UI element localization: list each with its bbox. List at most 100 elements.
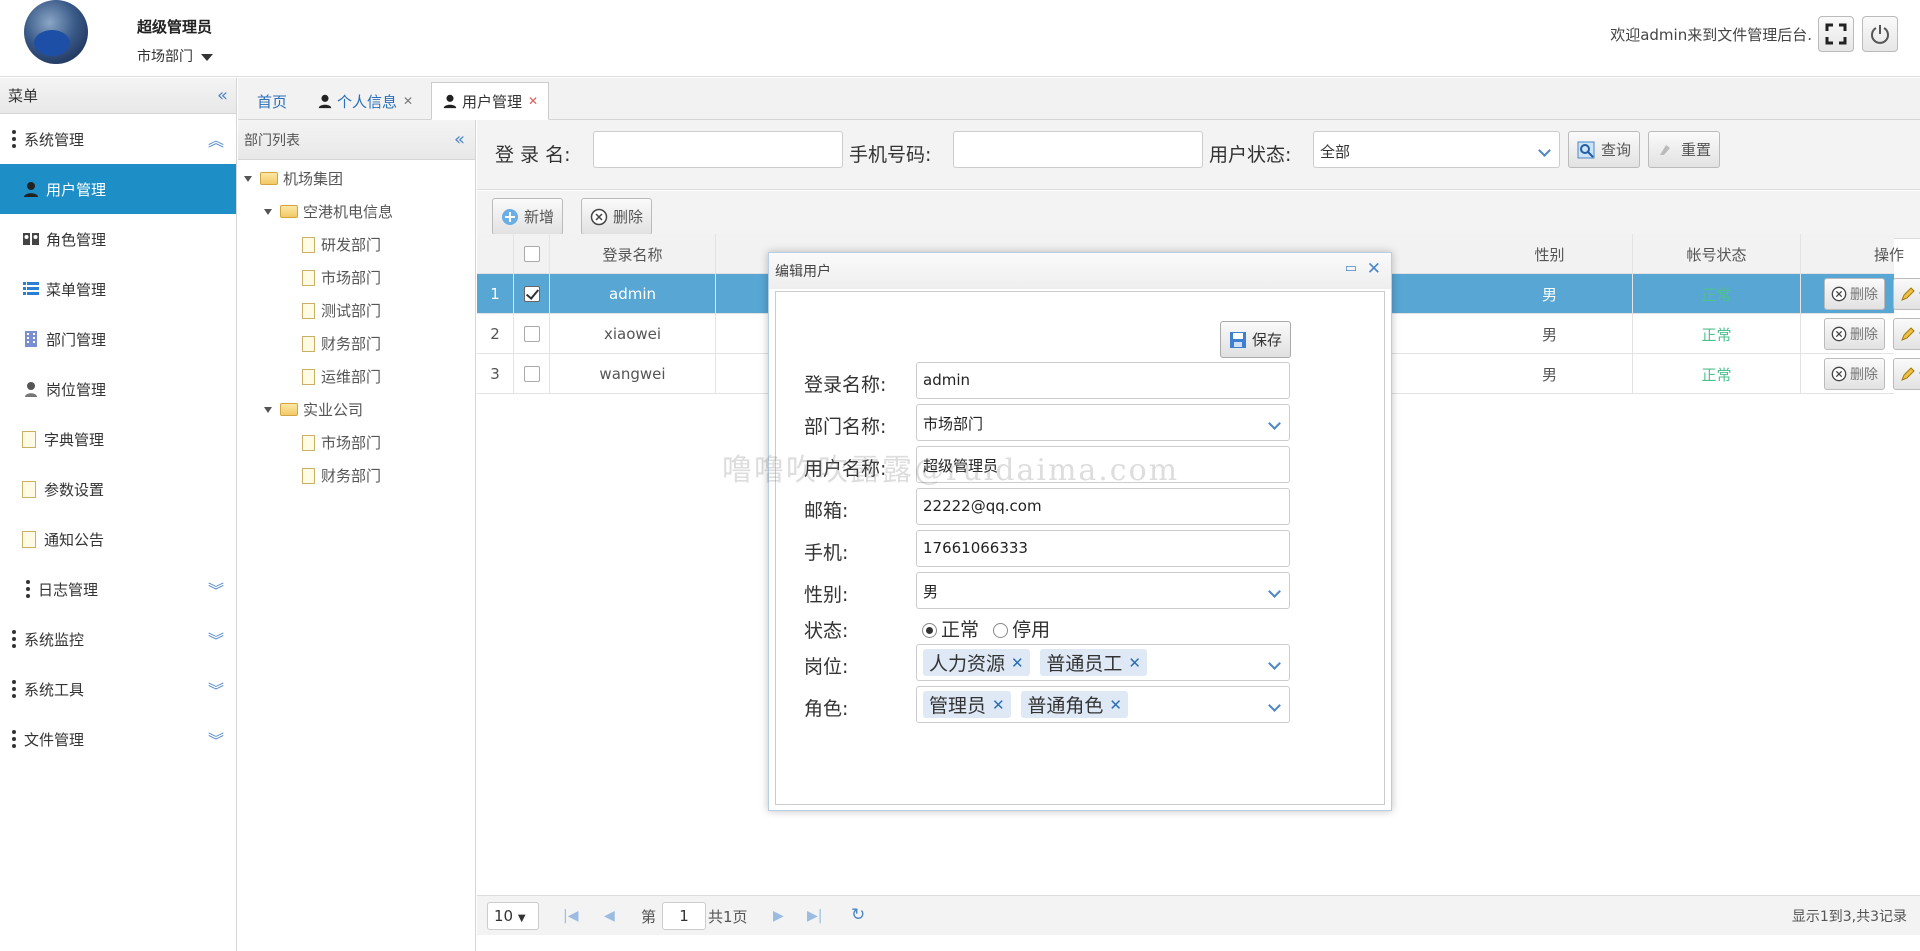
- fullscreen-icon: [1825, 23, 1847, 45]
- menu-group-system[interactable]: 系统管理 ︽: [0, 114, 236, 164]
- tree-node[interactable]: 市场部门: [238, 426, 475, 459]
- menu-group-tools[interactable]: 系统工具 ︾: [0, 664, 236, 714]
- delete-button[interactable]: 删除: [581, 198, 653, 235]
- remove-tag-icon[interactable]: ✕: [1128, 654, 1141, 672]
- collapse-left-icon[interactable]: «: [217, 86, 228, 105]
- next-page-icon[interactable]: ▶: [773, 908, 784, 924]
- role-multiselect[interactable]: 管理员 ✕ 普通角色 ✕: [916, 686, 1290, 723]
- email-field[interactable]: 22222@qq.com: [916, 488, 1290, 525]
- sidebar-item-depts[interactable]: 部门管理: [0, 314, 236, 364]
- remove-tag-icon[interactable]: ✕: [1109, 696, 1122, 714]
- phone-input[interactable]: [953, 131, 1203, 168]
- tree-node[interactable]: 测试部门: [238, 294, 475, 327]
- header-login-name[interactable]: 登录名称: [550, 234, 716, 274]
- folder-icon: [260, 172, 278, 185]
- close-icon[interactable]: ✕: [528, 94, 538, 108]
- role-tag: 管理员 ✕: [923, 691, 1011, 718]
- row-checkbox-cell[interactable]: [514, 314, 550, 354]
- tree-node[interactable]: 研发部门: [238, 228, 475, 261]
- close-icon[interactable]: ✕: [403, 94, 413, 108]
- first-page-icon[interactable]: |◀: [563, 908, 578, 924]
- menu-group-monitor[interactable]: 系统监控 ︾: [0, 614, 236, 664]
- last-page-icon[interactable]: ▶|: [807, 908, 822, 924]
- row-checkbox-cell[interactable]: [514, 354, 550, 394]
- tree-node[interactable]: 市场部门: [238, 261, 475, 294]
- logout-button[interactable]: [1862, 16, 1898, 52]
- row-checkbox-cell[interactable]: [514, 274, 550, 314]
- refresh-icon[interactable]: ↻: [851, 905, 865, 925]
- dept-panel-title: 部门列表: [244, 132, 300, 149]
- tab-home[interactable]: 首页: [246, 82, 298, 120]
- sidebar-item-label: 角色管理: [46, 230, 107, 249]
- status-disabled-radio[interactable]: 停用: [993, 619, 1050, 641]
- query-button[interactable]: 查询: [1568, 131, 1641, 168]
- dept-dropdown[interactable]: 市场部门: [137, 46, 213, 66]
- page-number-input[interactable]: 1: [662, 902, 706, 930]
- sidebar-item-params[interactable]: 参数设置: [0, 464, 236, 514]
- page-size-select[interactable]: 10 ▼: [487, 902, 539, 930]
- select-all-checkbox[interactable]: [523, 246, 540, 262]
- sidebar-item-roles[interactable]: 角色管理: [0, 214, 236, 264]
- sidebar-item-users[interactable]: 用户管理: [0, 164, 236, 214]
- row-delete-button[interactable]: 删除: [1824, 278, 1885, 310]
- row-edit-button[interactable]: 修改: [1893, 318, 1920, 350]
- menu-group-files[interactable]: 文件管理 ︾: [0, 714, 236, 764]
- status-normal-radio[interactable]: 正常: [922, 619, 979, 641]
- menu-group-logs[interactable]: 日志管理 ︾: [0, 564, 236, 614]
- tab-profile[interactable]: 个人信息 ✕: [306, 82, 424, 120]
- row-delete-button[interactable]: 删除: [1824, 358, 1885, 390]
- post-multiselect[interactable]: 人力资源 ✕ 普通员工 ✕: [916, 644, 1290, 681]
- select-all-checkbox-cell[interactable]: [514, 234, 550, 274]
- row-checkbox[interactable]: [523, 286, 540, 302]
- user-icon: [443, 94, 457, 109]
- row-edit-button[interactable]: 修改: [1893, 278, 1920, 310]
- collapse-left-icon[interactable]: «: [454, 130, 465, 149]
- dept-name-select[interactable]: 市场部门: [916, 404, 1290, 441]
- delete-circle-icon: [1831, 286, 1847, 302]
- login-name-field[interactable]: admin: [916, 362, 1290, 399]
- sidebar-item-menus[interactable]: 菜单管理: [0, 264, 236, 314]
- reset-button[interactable]: 重置: [1648, 131, 1721, 168]
- status-label: 用户状态:: [1209, 144, 1292, 166]
- prev-page-icon[interactable]: ◀: [604, 908, 615, 924]
- folder-icon: [280, 205, 298, 218]
- remove-tag-icon[interactable]: ✕: [992, 696, 1005, 714]
- row-delete-button[interactable]: 删除: [1824, 318, 1885, 350]
- close-icon[interactable]: ✕: [1367, 259, 1381, 279]
- maximize-icon[interactable]: ▭: [1345, 261, 1357, 276]
- power-icon: [1871, 25, 1889, 44]
- sidebar-item-notices[interactable]: 通知公告: [0, 514, 236, 564]
- dept-name-value: 市场部门: [923, 415, 984, 433]
- header-gender[interactable]: 性别: [1467, 234, 1633, 274]
- tree-node[interactable]: 财务部门: [238, 327, 475, 360]
- delete-label: 删除: [1850, 367, 1878, 383]
- tree-label: 实业公司: [303, 401, 364, 419]
- gender-select[interactable]: 男: [916, 572, 1290, 609]
- expand-icon[interactable]: [264, 208, 272, 215]
- avatar[interactable]: [24, 0, 88, 64]
- row-edit-button[interactable]: 修改: [1893, 358, 1920, 390]
- tree-node[interactable]: 运维部门: [238, 360, 475, 393]
- dept-panel: 部门列表 « 机场集团 空港机电信息 研发部门 市场部门 测试部门 财务部门 运…: [238, 120, 476, 951]
- sidebar-item-dict[interactable]: 字典管理: [0, 414, 236, 464]
- header-status[interactable]: 帐号状态: [1633, 234, 1801, 274]
- tree-label: 财务部门: [321, 467, 382, 485]
- tree-node[interactable]: 实业公司: [238, 393, 475, 426]
- remove-tag-icon[interactable]: ✕: [1011, 654, 1024, 672]
- sidebar-item-posts[interactable]: 岗位管理: [0, 364, 236, 414]
- tree-node[interactable]: 财务部门: [238, 459, 475, 492]
- tab-users[interactable]: 用户管理 ✕: [431, 82, 550, 120]
- login-name-input[interactable]: [593, 131, 843, 168]
- add-button[interactable]: 新增: [492, 198, 564, 235]
- expand-icon[interactable]: [264, 406, 272, 413]
- expand-icon[interactable]: [244, 175, 252, 182]
- save-button[interactable]: 保存: [1220, 321, 1292, 358]
- tree-node[interactable]: 空港机电信息: [238, 195, 475, 228]
- fullscreen-button[interactable]: [1818, 16, 1854, 52]
- tree-node[interactable]: 机场集团: [238, 162, 475, 195]
- post-tag: 人力资源 ✕: [923, 649, 1030, 676]
- status-select[interactable]: 全部: [1313, 131, 1560, 168]
- row-checkbox[interactable]: [523, 326, 540, 342]
- phone-field[interactable]: 17661066333: [916, 530, 1290, 567]
- row-checkbox[interactable]: [523, 366, 540, 382]
